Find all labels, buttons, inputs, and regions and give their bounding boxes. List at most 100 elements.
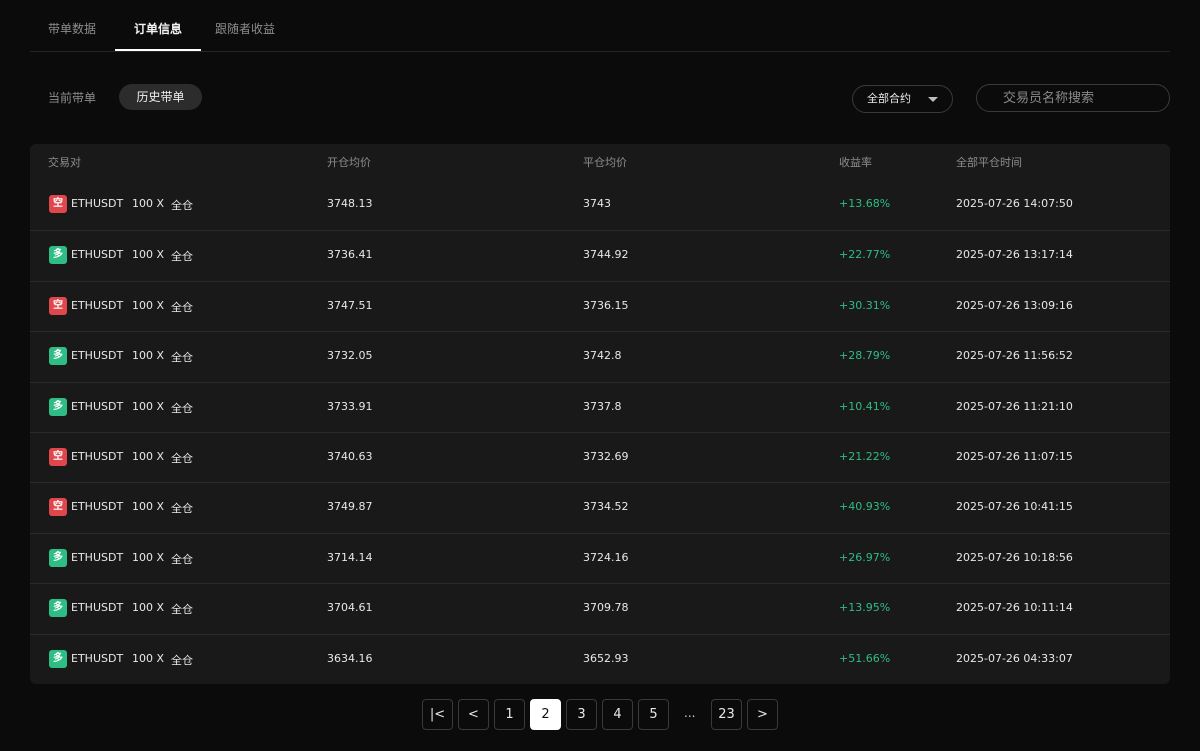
- pnl-rate: +10.41%: [839, 399, 891, 413]
- leverage: 100 X: [132, 399, 165, 413]
- close-time: 2025-07-26 14:07:50: [956, 197, 1073, 210]
- close-avg-price: 3742.8: [583, 349, 622, 363]
- long-badge: 多: [49, 599, 67, 618]
- trading-pair: ETHUSDT: [71, 349, 124, 363]
- long-badge: 多: [49, 397, 67, 416]
- long-badge: 多: [49, 548, 67, 567]
- leverage: 100 X: [132, 450, 165, 463]
- open-avg-price: 3740.63: [327, 450, 373, 463]
- table-row: 多 ETHUSDT 100 X 全仓 3732.05 3742.8 +28.79% 2025-…: [30, 331, 1170, 381]
- pnl-rate: +51.66%: [839, 651, 891, 665]
- table-row: 多 ETHUSDT 100 X 全仓 3733.91 3737.8 +10.41% 2025-…: [30, 381, 1170, 432]
- long-badge: 多: [49, 649, 67, 668]
- margin-mode: 全仓: [171, 199, 193, 212]
- short-badge: 空: [49, 498, 67, 517]
- table-row: 空 ETHUSDT 100 X 全仓 3748.13 3743 +13.68% 2025-07…: [30, 180, 1170, 230]
- trading-pair: ETHUSDT: [71, 197, 124, 210]
- page-button-last[interactable]: 23: [711, 699, 742, 730]
- tab-bar: 带单数据 订单信息 跟随者收益: [30, 0, 1170, 52]
- table-header: 交易对 开仓均价 平仓均价 收益率 全部平仓时间: [30, 144, 1170, 180]
- trading-pair: ETHUSDT: [71, 248, 124, 262]
- trader-search-input[interactable]: [976, 84, 1170, 112]
- trading-pair: ETHUSDT: [71, 550, 124, 564]
- leverage: 100 X: [132, 298, 165, 312]
- trading-pair: ETHUSDT: [71, 399, 124, 413]
- close-time: 2025-07-26 11:56:52: [956, 349, 1073, 363]
- open-avg-price: 3634.16: [327, 651, 373, 665]
- leverage: 100 X: [132, 500, 165, 514]
- close-avg-price: 3743: [583, 197, 611, 210]
- close-time: 2025-07-26 11:21:10: [956, 399, 1073, 413]
- long-badge: 多: [49, 246, 67, 265]
- table-row: 空 ETHUSDT 100 X 全仓 3749.87 3734.52 +40.93% 2025…: [30, 482, 1170, 532]
- open-avg-price: 3714.14: [327, 550, 373, 564]
- table-row: 多 ETHUSDT 100 X 全仓 3634.16 3652.93 +51.66% 2025…: [30, 633, 1170, 684]
- page-ellipsis: ...: [684, 706, 696, 720]
- pnl-rate: +28.79%: [839, 349, 891, 363]
- pnl-rate: +21.22%: [839, 450, 891, 463]
- page-button-2[interactable]: 2: [530, 699, 561, 730]
- subtab-current[interactable]: 当前带单: [48, 89, 96, 106]
- short-badge: 空: [49, 195, 67, 213]
- margin-mode: 全仓: [171, 603, 193, 617]
- subtab-history[interactable]: 历史带单: [119, 84, 202, 110]
- pnl-rate: +22.77%: [839, 248, 891, 262]
- next-page-button[interactable]: >: [747, 699, 778, 730]
- close-avg-price: 3709.78: [583, 601, 629, 615]
- open-avg-price: 3736.41: [327, 248, 373, 262]
- margin-mode: 全仓: [171, 502, 193, 516]
- short-badge: 空: [49, 296, 67, 315]
- trading-pair: ETHUSDT: [71, 601, 124, 615]
- tab-lead-data[interactable]: 带单数据: [48, 20, 96, 37]
- pnl-rate: +26.97%: [839, 550, 891, 564]
- col-pair: 交易对: [48, 156, 81, 169]
- contract-select[interactable]: 全部合约: [852, 85, 953, 113]
- margin-mode: 全仓: [171, 250, 193, 264]
- first-page-button[interactable]: |<: [422, 699, 453, 730]
- page-button-1[interactable]: 1: [494, 699, 525, 730]
- close-avg-price: 3737.8: [583, 399, 622, 413]
- margin-mode: 全仓: [171, 653, 193, 667]
- close-avg-price: 3652.93: [583, 651, 629, 665]
- close-time: 2025-07-26 10:41:15: [956, 500, 1073, 514]
- leverage: 100 X: [132, 197, 165, 210]
- open-avg-price: 3704.61: [327, 601, 373, 615]
- trading-pair: ETHUSDT: [71, 500, 124, 514]
- col-close-time: 全部平仓时间: [956, 156, 1022, 169]
- trading-pair: ETHUSDT: [71, 651, 124, 665]
- close-avg-price: 3732.69: [583, 450, 629, 463]
- pnl-rate: +13.68%: [839, 197, 891, 210]
- open-avg-price: 3748.13: [327, 197, 373, 210]
- chevron-down-icon: [928, 97, 938, 102]
- page-button-4[interactable]: 4: [602, 699, 633, 730]
- col-open-avg: 开仓均价: [327, 156, 371, 169]
- margin-mode: 全仓: [171, 401, 193, 415]
- leverage: 100 X: [132, 601, 165, 615]
- prev-page-button[interactable]: <: [458, 699, 489, 730]
- leverage: 100 X: [132, 349, 165, 363]
- close-time: 2025-07-26 04:33:07: [956, 651, 1073, 665]
- tab-order-info[interactable]: 订单信息: [134, 20, 182, 37]
- close-time: 2025-07-26 13:09:16: [956, 298, 1073, 312]
- close-time: 2025-07-26 11:07:15: [956, 450, 1073, 463]
- tab-follower-earnings[interactable]: 跟随者收益: [215, 20, 275, 37]
- leverage: 100 X: [132, 248, 165, 262]
- close-avg-price: 3734.52: [583, 500, 629, 514]
- margin-mode: 全仓: [171, 351, 193, 365]
- pnl-rate: +40.93%: [839, 500, 891, 514]
- table-row: 多 ETHUSDT 100 X 全仓 3714.14 3724.16 +26.97% 2025…: [30, 532, 1170, 583]
- active-tab-indicator: [115, 49, 201, 51]
- page-button-3[interactable]: 3: [566, 699, 597, 730]
- page-button-5[interactable]: 5: [638, 699, 669, 730]
- table-row: 多 ETHUSDT 100 X 全仓 3736.41 3744.92 +22.77% 2025…: [30, 230, 1170, 280]
- short-badge: 空: [49, 448, 67, 466]
- table-row: 多 ETHUSDT 100 X 全仓 3704.61 3709.78 +13.95% 2025…: [30, 583, 1170, 633]
- long-badge: 多: [49, 347, 67, 366]
- trading-pair: ETHUSDT: [71, 298, 124, 312]
- close-avg-price: 3736.15: [583, 298, 629, 312]
- open-avg-price: 3747.51: [327, 298, 373, 312]
- margin-mode: 全仓: [171, 300, 193, 314]
- contract-select-value: 全部合约: [867, 92, 911, 105]
- open-avg-price: 3749.87: [327, 500, 373, 514]
- page: 带单数据 订单信息 跟随者收益 当前带单 历史带单 全部合约 交易对 开仓均价 …: [0, 0, 1200, 751]
